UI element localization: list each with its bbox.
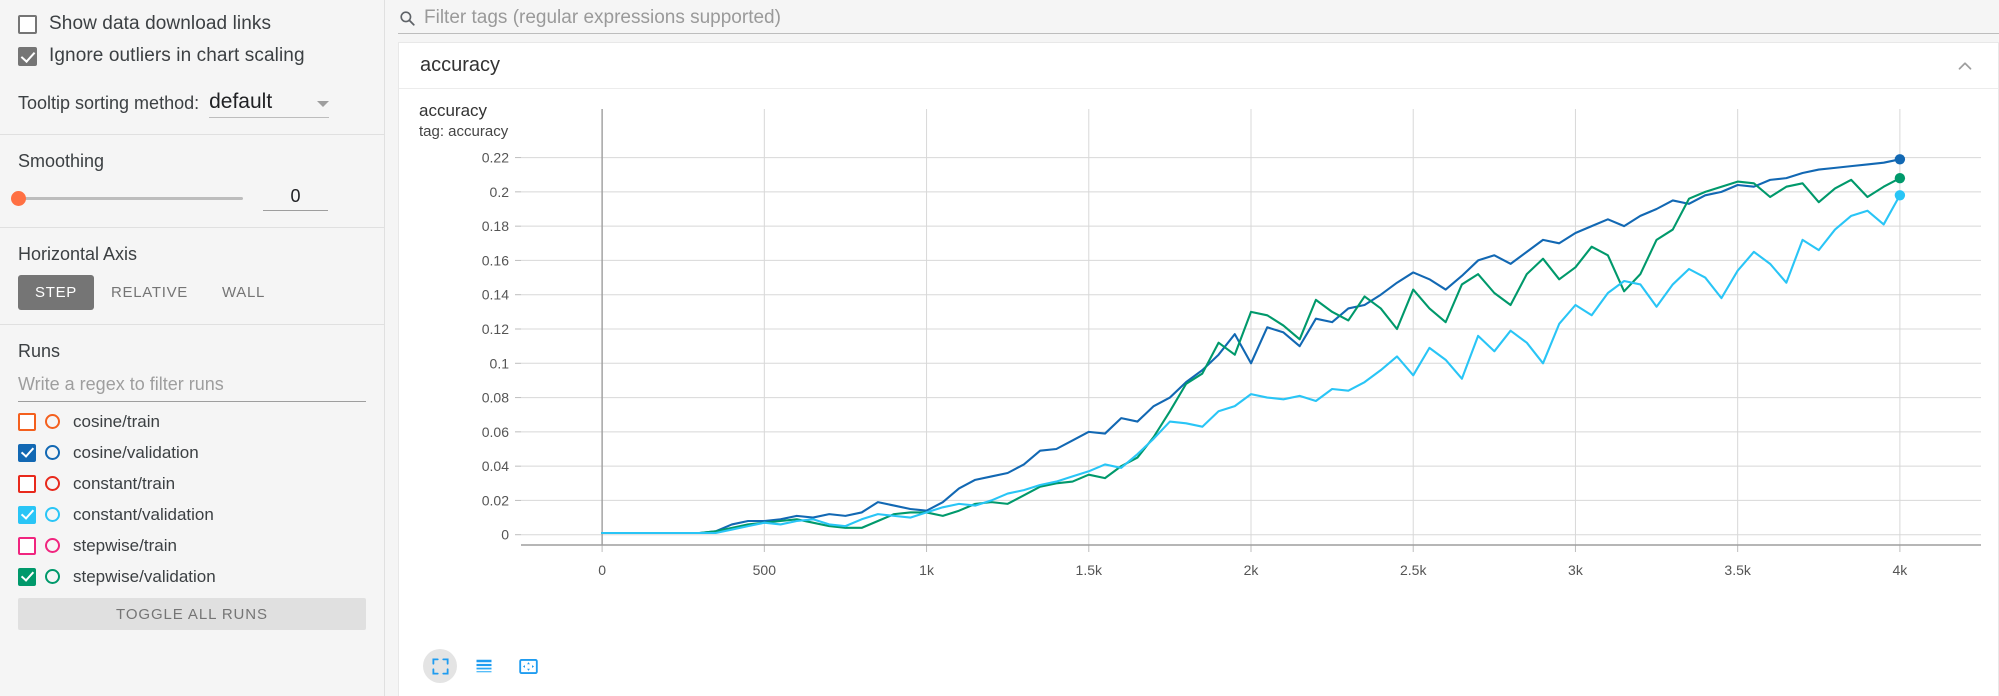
run-checkbox[interactable]	[18, 568, 36, 586]
x-tick-label: 500	[753, 562, 777, 578]
show-data-download-links-checkbox[interactable]	[18, 15, 37, 34]
ignore-outliers-row[interactable]: Ignore outliers in chart scaling	[18, 40, 366, 72]
y-tick-label: 0.08	[482, 390, 509, 406]
tooltip-sorting-label: Tooltip sorting method:	[18, 93, 199, 118]
chevron-up-icon[interactable]	[1954, 55, 1976, 77]
accuracy-card-title: accuracy	[420, 54, 500, 77]
run-checkbox[interactable]	[18, 413, 36, 431]
run-checkbox[interactable]	[18, 537, 36, 555]
runs-title: Runs	[18, 341, 366, 362]
run-color-circle-icon[interactable]	[45, 445, 60, 460]
accuracy-line-chart[interactable]: 0 0.02 0.04 0.06 0.08 0.1 0.12 0.14 0.16 0.18 0.2 0…	[399, 89, 1999, 695]
run-row[interactable]: stepwise/train	[18, 530, 366, 561]
run-color-circle-icon[interactable]	[45, 569, 60, 584]
y-tick-label: 0.12	[482, 321, 509, 337]
run-label: cosine/train	[73, 412, 160, 432]
accuracy-card: accuracy accuracy tag: accuracy 00.020.0…	[398, 42, 1999, 696]
smoothing-slider-thumb[interactable]	[11, 191, 26, 206]
divider-1	[0, 134, 384, 135]
y-tick-label: 0.04	[482, 458, 509, 474]
run-label: stepwise/train	[73, 536, 177, 556]
run-label: cosine/validation	[73, 443, 199, 463]
run-row[interactable]: cosine/train	[18, 406, 366, 437]
tag-filter-field[interactable]: Filter tags (regular expressions support…	[398, 2, 1999, 34]
main-panel: Filter tags (regular expressions support…	[385, 0, 1999, 696]
runs-section: Runs Write a regex to filter runs cosine…	[0, 341, 384, 630]
show-data-download-links-row[interactable]: Show data download links	[18, 8, 366, 40]
run-checkbox[interactable]	[18, 475, 36, 493]
accuracy-card-header[interactable]: accuracy	[399, 43, 1998, 89]
x-tick-label: 2k	[1244, 562, 1260, 578]
series-endpoint-cosine-validation	[1895, 154, 1905, 164]
x-tick-label: 1.5k	[1076, 562, 1103, 578]
y-tick-label: 0.1	[490, 355, 510, 371]
run-row[interactable]: constant/validation	[18, 499, 366, 530]
run-checkbox[interactable]	[18, 506, 36, 524]
y-tick-label: 0.14	[482, 287, 509, 303]
run-color-circle-icon[interactable]	[45, 476, 60, 491]
smoothing-section: Smoothing 0	[0, 151, 384, 211]
divider-3	[0, 324, 384, 325]
tooltip-sorting-row: Tooltip sorting method: default	[18, 90, 366, 122]
data-table-icon[interactable]	[467, 649, 501, 683]
series-endpoint-constant-validation	[1895, 190, 1905, 200]
tooltip-sorting-value: default	[209, 90, 272, 114]
horizontal-axis-title: Horizontal Axis	[18, 244, 366, 265]
y-tick-label: 0.2	[490, 184, 510, 200]
runs-filter-placeholder: Write a regex to filter runs	[18, 374, 224, 394]
x-tick-label: 0	[598, 562, 606, 578]
sidebar: Show data download links Ignore outliers…	[0, 0, 385, 696]
horizontal-axis-relative-button[interactable]: RELATIVE	[94, 275, 205, 310]
run-row[interactable]: constant/train	[18, 468, 366, 499]
run-row[interactable]: stepwise/validation	[18, 561, 366, 592]
tooltip-sorting-select[interactable]: default	[209, 90, 329, 118]
tag-filter-bar: Filter tags (regular expressions support…	[385, 0, 1999, 36]
y-tick-label: 0.02	[482, 492, 509, 508]
runs-filter-input[interactable]: Write a regex to filter runs	[18, 370, 366, 402]
x-tick-label: 3k	[1568, 562, 1584, 578]
divider-2	[0, 227, 384, 228]
runs-list: cosine/train cosine/validation constant/tr…	[18, 406, 366, 592]
run-label: constant/validation	[73, 505, 214, 525]
x-tick-label: 1k	[919, 562, 935, 578]
ignore-outliers-checkbox[interactable]	[18, 47, 37, 66]
smoothing-slider[interactable]	[18, 197, 243, 200]
smoothing-value-input[interactable]: 0	[263, 186, 328, 211]
y-tick-label: 0.22	[482, 150, 509, 166]
run-label: stepwise/validation	[73, 567, 216, 587]
search-icon	[398, 9, 416, 27]
y-tick-label: 0.06	[482, 424, 509, 440]
tag-filter-placeholder: Filter tags (regular expressions support…	[424, 7, 781, 29]
horizontal-axis-toggle-group: STEP RELATIVE WALL	[18, 275, 366, 310]
x-tick-label: 2.5k	[1400, 562, 1427, 578]
run-checkbox[interactable]	[18, 444, 36, 462]
horizontal-axis-section: Horizontal Axis STEP RELATIVE WALL	[0, 244, 384, 310]
y-tick-label: 0.18	[482, 218, 509, 234]
run-color-circle-icon[interactable]	[45, 507, 60, 522]
smoothing-slider-row: 0	[18, 186, 366, 211]
run-row[interactable]: cosine/validation	[18, 437, 366, 468]
run-label: constant/train	[73, 474, 175, 494]
fullscreen-icon[interactable]	[423, 649, 457, 683]
y-tick-label: 0.16	[482, 252, 509, 268]
chevron-down-icon	[317, 101, 329, 107]
show-data-download-links-label: Show data download links	[49, 13, 271, 35]
toggle-all-runs-button[interactable]: TOGGLE ALL RUNS	[18, 598, 366, 630]
horizontal-axis-step-button[interactable]: STEP	[18, 275, 94, 310]
horizontal-axis-wall-button[interactable]: WALL	[205, 275, 282, 310]
series-endpoint-stepwise-validation	[1895, 173, 1905, 183]
ignore-outliers-label: Ignore outliers in chart scaling	[49, 45, 305, 67]
tensorboard-app: Show data download links Ignore outliers…	[0, 0, 1999, 696]
run-color-circle-icon[interactable]	[45, 538, 60, 553]
run-color-circle-icon[interactable]	[45, 414, 60, 429]
accuracy-chart-area: accuracy tag: accuracy 00.020.040.060.08…	[399, 89, 1998, 695]
y-tick-label: 0	[501, 527, 509, 543]
x-tick-label: 4k	[1892, 562, 1908, 578]
x-tick-label: 3.5k	[1724, 562, 1751, 578]
fit-domain-icon[interactable]	[511, 649, 545, 683]
sidebar-settings: Show data download links Ignore outliers…	[0, 0, 384, 122]
smoothing-title: Smoothing	[18, 151, 366, 172]
chart-toolbar	[423, 649, 555, 683]
